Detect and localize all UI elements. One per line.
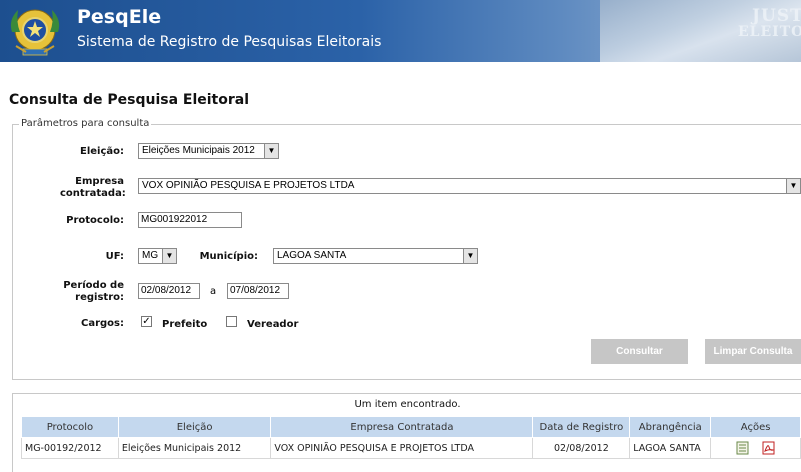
uf-select-value: MG bbox=[142, 250, 159, 261]
uf-label: UF: bbox=[105, 251, 124, 262]
prefeito-label: Prefeito bbox=[162, 319, 208, 330]
eleicao-label: Eleição: bbox=[79, 146, 124, 157]
municipio-label: Município: bbox=[199, 251, 258, 262]
cell-data: 02/08/2012 bbox=[532, 437, 631, 459]
eleicao-select-value: Eleições Municipais 2012 bbox=[142, 145, 255, 156]
cell-abrangencia: LAGOA SANTA bbox=[629, 437, 712, 459]
municipio-select[interactable]: LAGOA SANTA ▼ bbox=[273, 248, 478, 264]
periodo-from-input[interactable]: 02/08/2012 bbox=[138, 283, 200, 299]
protocolo-label: Protocolo: bbox=[66, 215, 124, 226]
empresa-label-line1: Empresa bbox=[75, 176, 124, 187]
app-subtitle: Sistema de Registro de Pesquisas Eleitor… bbox=[77, 34, 382, 50]
periodo-label-line1: Período de bbox=[63, 280, 124, 291]
empresa-label: Empresa contratada: bbox=[60, 176, 126, 200]
results-panel: Um item encontrado. Protocolo Eleição Em… bbox=[12, 393, 801, 472]
results-count: Um item encontrado. bbox=[354, 399, 461, 410]
column-header-acoes: Ações bbox=[710, 416, 801, 438]
header-photo-text: JUSTI bbox=[752, 6, 801, 26]
cell-eleicao: Eleições Municipais 2012 bbox=[117, 437, 272, 459]
document-icon[interactable] bbox=[736, 441, 749, 455]
cell-protocolo: MG-00192/2012 bbox=[21, 437, 119, 459]
page-title: Consulta de Pesquisa Eleitoral bbox=[9, 92, 250, 108]
app-title: PesqEle bbox=[77, 6, 162, 28]
empresa-select[interactable]: VOX OPINIÃO PESQUISA E PROJETOS LTDA ▼ bbox=[138, 178, 801, 194]
consultar-button[interactable]: Consultar bbox=[591, 339, 688, 364]
vereador-label: Vereador bbox=[247, 319, 299, 330]
dropdown-arrow-icon[interactable]: ▼ bbox=[463, 249, 477, 263]
pdf-icon[interactable] bbox=[762, 441, 775, 455]
limpar-consulta-button[interactable]: Limpar Consulta bbox=[705, 339, 801, 364]
periodo-to-input[interactable]: 07/08/2012 bbox=[227, 283, 289, 299]
column-header-abrangencia[interactable]: Abrangência bbox=[629, 416, 712, 438]
header-photo-text-2: ELEITOR bbox=[738, 24, 801, 40]
column-header-empresa[interactable]: Empresa Contratada bbox=[270, 416, 534, 438]
dropdown-arrow-icon[interactable]: ▼ bbox=[264, 144, 278, 158]
municipio-select-value: LAGOA SANTA bbox=[277, 250, 347, 261]
empresa-select-value: VOX OPINIÃO PESQUISA E PROJETOS LTDA bbox=[142, 180, 355, 191]
protocolo-input[interactable]: MG001922012 bbox=[138, 212, 242, 228]
table-header-row: Protocolo Eleição Empresa Contratada Dat… bbox=[21, 416, 801, 438]
eleicao-select[interactable]: Eleições Municipais 2012 ▼ bbox=[138, 143, 279, 159]
periodo-separator: a bbox=[210, 286, 217, 297]
brazil-coat-of-arms-icon bbox=[10, 9, 60, 56]
column-header-eleicao[interactable]: Eleição bbox=[117, 416, 272, 438]
column-header-protocolo[interactable]: Protocolo bbox=[21, 416, 119, 438]
empresa-label-line2: contratada: bbox=[60, 188, 126, 199]
vereador-checkbox[interactable] bbox=[226, 316, 237, 327]
cell-empresa: VOX OPINIÃO PESQUISA E PROJETOS LTDA bbox=[270, 437, 534, 459]
uf-select[interactable]: MG ▼ bbox=[138, 248, 177, 264]
periodo-label-line2: registro: bbox=[75, 292, 124, 303]
dropdown-arrow-icon[interactable]: ▼ bbox=[162, 249, 176, 263]
prefeito-checkbox[interactable]: ✓ bbox=[141, 316, 152, 327]
periodo-label: Período de registro: bbox=[54, 280, 124, 304]
results-table: Protocolo Eleição Empresa Contratada Dat… bbox=[21, 416, 801, 459]
cell-acoes bbox=[710, 437, 801, 459]
fieldset-legend: Parâmetros para consulta bbox=[19, 118, 152, 129]
app-header: JUSTI ELEITOR PesqEle Sistema de Registr… bbox=[0, 0, 801, 62]
column-header-data[interactable]: Data de Registro bbox=[532, 416, 631, 438]
dropdown-arrow-icon[interactable]: ▼ bbox=[786, 179, 800, 193]
table-row[interactable]: MG-00192/2012 Eleições Municipais 2012 V… bbox=[21, 437, 801, 459]
cargos-label: Cargos: bbox=[81, 318, 124, 329]
